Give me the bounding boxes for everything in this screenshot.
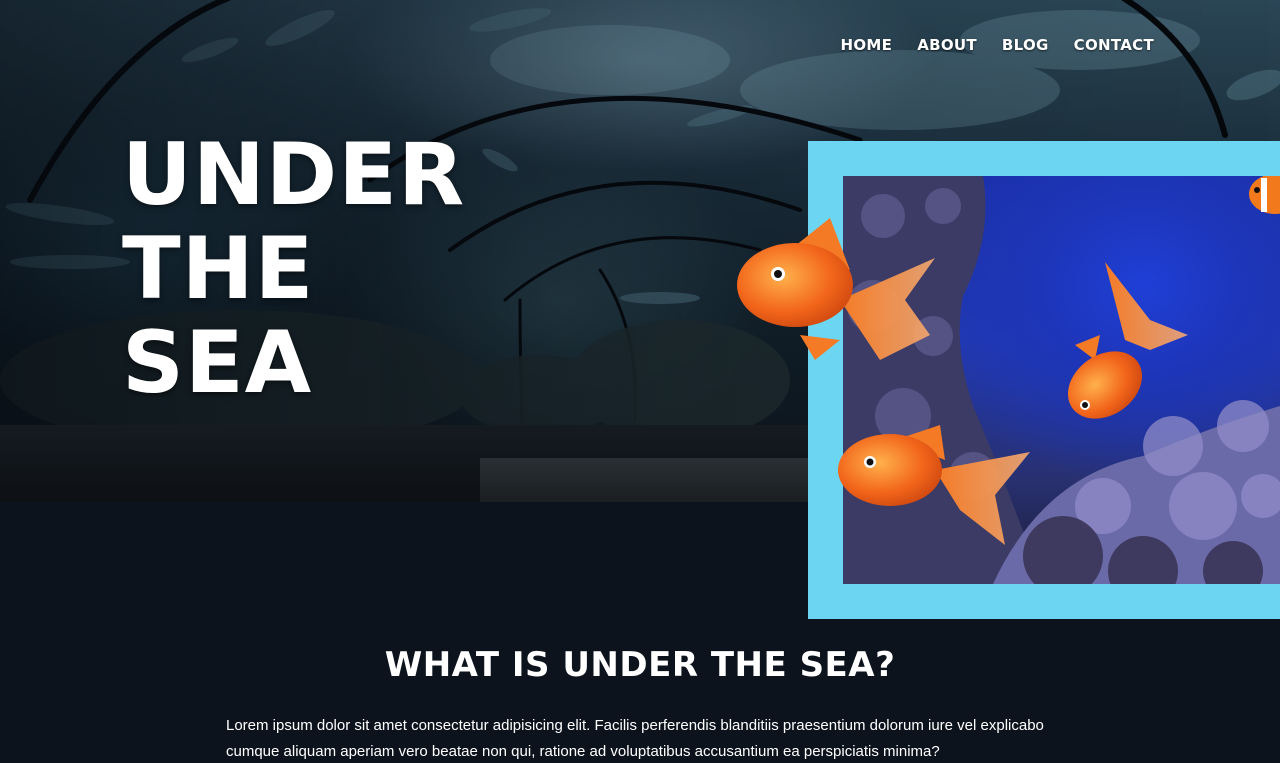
section-heading: WHAT IS UNDER THE SEA? xyxy=(384,645,896,685)
hero-title-line-2: THE xyxy=(122,219,315,319)
hero-title-line-1: UNDER xyxy=(122,125,466,225)
coral-reef-graphic xyxy=(843,176,1280,584)
nav-link-home[interactable]: HOME xyxy=(841,36,893,54)
clownfish-graphic xyxy=(1249,176,1280,214)
walkway-floor-light xyxy=(480,458,820,502)
coral-reef-photo xyxy=(843,176,1280,584)
section-body-text: Lorem ipsum dolor sit amet consectetur a… xyxy=(226,717,1044,760)
nav-link-blog[interactable]: BLOG xyxy=(1002,36,1049,54)
nav-link-contact[interactable]: CONTACT xyxy=(1074,36,1154,54)
main-nav: HOME ABOUT BLOG CONTACT xyxy=(841,36,1154,54)
hero-title: UNDER THE SEA xyxy=(122,128,465,410)
nav-link-about[interactable]: ABOUT xyxy=(917,36,977,54)
hero-title-line-3: SEA xyxy=(122,313,313,413)
